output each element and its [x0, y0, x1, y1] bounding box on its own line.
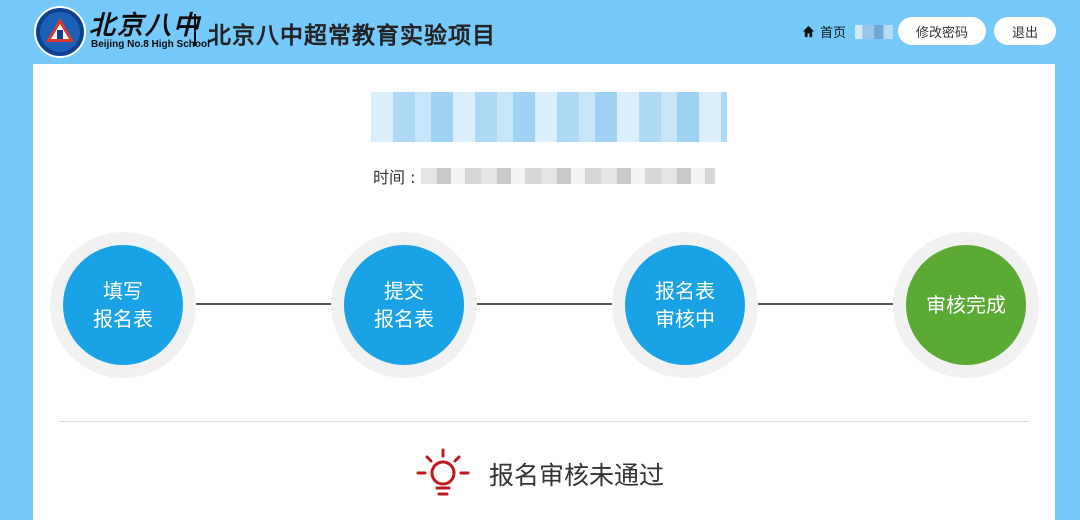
step-connector	[757, 303, 893, 305]
top-header: 北京八中 Beijing No.8 High School 北京八中超常教育实验…	[0, 0, 1080, 64]
step-under-review: 报名表 审核中	[625, 245, 745, 365]
lightbulb-icon	[416, 448, 470, 496]
home-link[interactable]: 首页	[802, 22, 847, 41]
change-password-button[interactable]: 修改密码	[898, 17, 986, 45]
header-divider	[194, 14, 196, 46]
logo-english-text: Beijing No.8 High School	[91, 39, 210, 50]
main-panel: 时间 : 填写 报名表 提交 报名表 报名表 审核中 审核完成 报名审核未通过	[33, 64, 1055, 520]
logout-button[interactable]: 退出	[994, 17, 1056, 45]
step-connector	[476, 303, 612, 305]
home-label: 首页	[820, 25, 847, 41]
username-redacted	[855, 25, 893, 39]
step-connector	[195, 303, 331, 305]
school-logo	[34, 6, 86, 58]
section-divider	[59, 421, 1029, 422]
site-title: 北京八中超常教育实验项目	[208, 23, 496, 49]
logo-chinese-text: 北京八中	[89, 11, 202, 41]
status-text: 报名审核未通过	[489, 461, 665, 490]
step-review-complete: 审核完成	[906, 245, 1026, 365]
step-fill-form: 填写 报名表	[63, 245, 183, 365]
step-submit-form: 提交 报名表	[344, 245, 464, 365]
review-status: 报名审核未通过	[415, 446, 664, 502]
home-icon	[802, 25, 815, 37]
